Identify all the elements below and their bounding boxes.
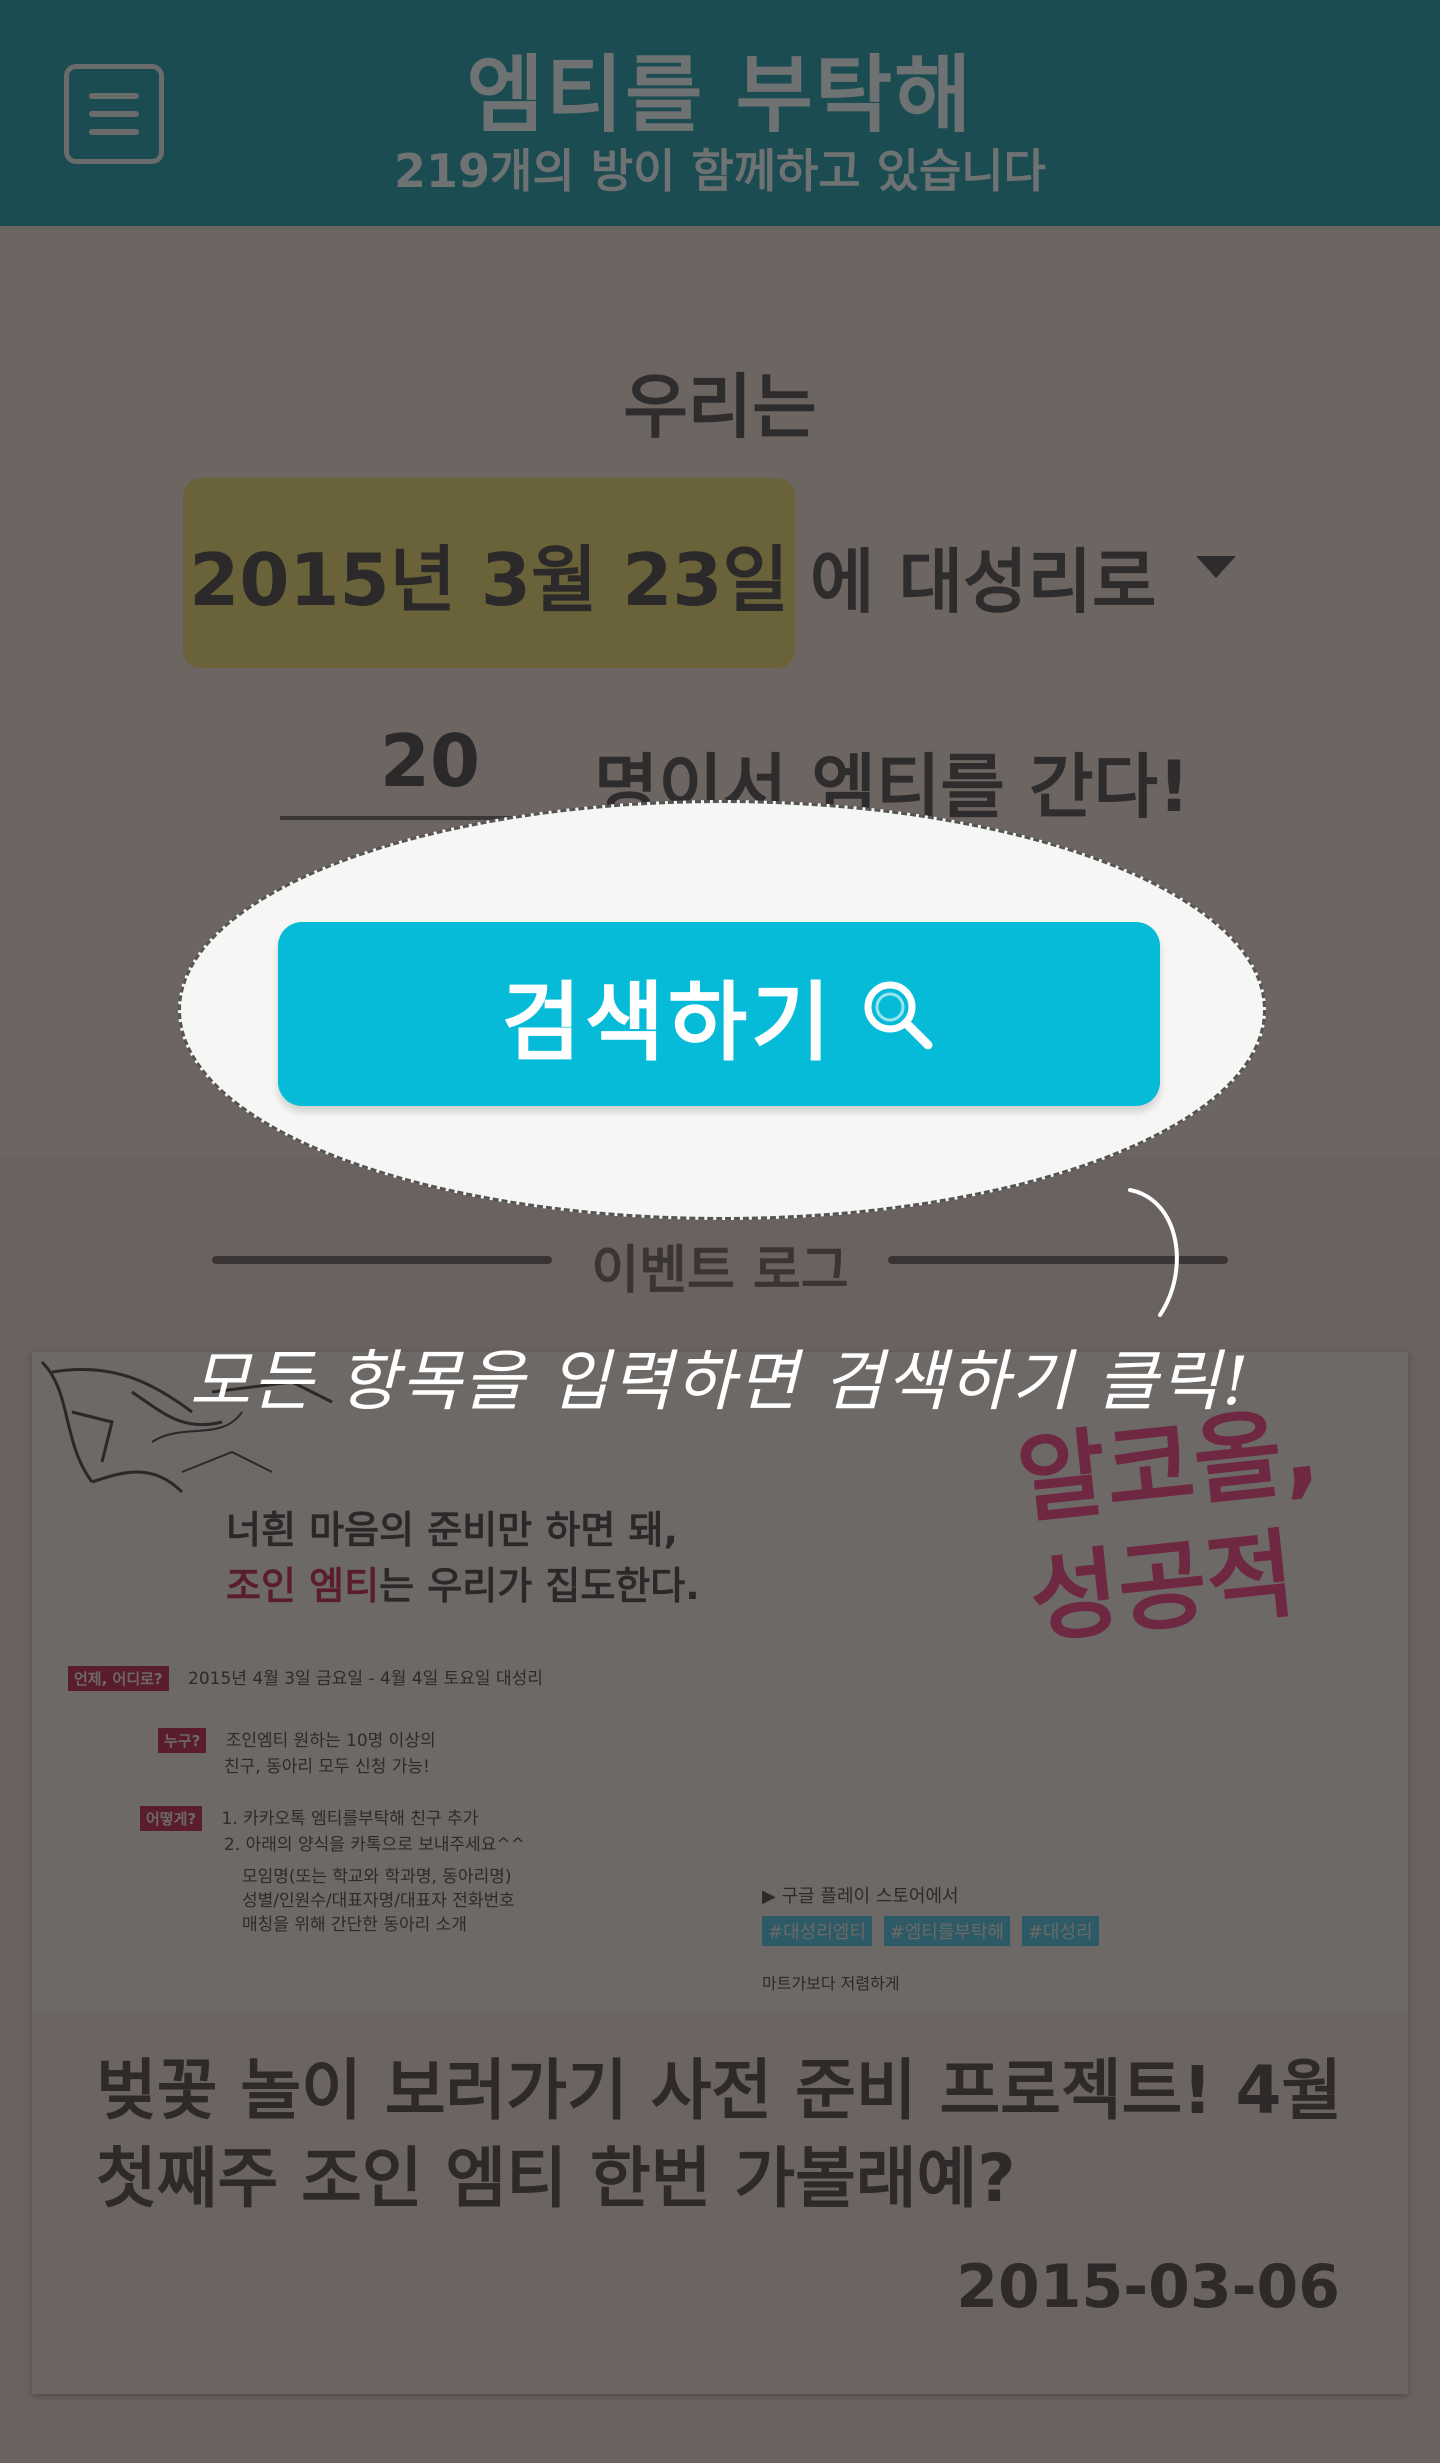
search-button-label: 검색하기 — [501, 972, 835, 1073]
intro-label: 우리는 — [623, 366, 817, 448]
poster-store-info: ▶ 구글 플레이 스토어에서 #대성리엠티 #엠티를부탁해 #대성리 — [762, 1882, 1105, 1946]
poster-footer: 마트가보다 저렴하게 — [762, 1974, 900, 1993]
event-card[interactable]: 너흰 마음의 준비만 하면 돼, 조인 엠티는 우리가 집도한다. 알코올, 성… — [32, 1352, 1408, 2394]
coach-curved-arrow-icon — [1128, 1188, 1179, 1317]
destination-select[interactable]: 에 대성리로 — [810, 526, 1156, 627]
event-poster-image: 너흰 마음의 준비만 하면 돼, 조인 엠티는 우리가 집도한다. 알코올, 성… — [32, 1352, 1408, 2012]
people-count-input[interactable] — [280, 706, 580, 820]
poster-headline: 너흰 마음의 준비만 하면 돼, 조인 엠티는 우리가 집도한다. — [226, 1508, 700, 1608]
app-header: 엠티를 부탁해 219개의 방이 함께하고 있습니다 — [0, 0, 1440, 226]
event-card-date: 2015-03-06 — [956, 2252, 1340, 2322]
room-count-subtitle: 219개의 방이 함께하고 있습니다 — [394, 144, 1046, 198]
coach-mark-text: 모든 항목을 입력하면 검색하기 클릭! — [189, 1343, 1251, 1420]
magnifier-icon — [864, 981, 933, 1050]
search-button[interactable]: 검색하기 — [278, 922, 1160, 1106]
poster-big-text: 알코올, 성공적 — [1012, 1394, 1324, 1657]
app-title: 엠티를 부탁해 — [466, 46, 974, 144]
date-picker[interactable]: 2015년 3월 23일 — [183, 478, 795, 668]
event-log-title: 이벤트 로그 — [591, 1241, 849, 1301]
event-card-title[interactable]: 벚꽃 놀이 보러가기 사전 준비 프로젝트! 4월 첫째주 조인 엠티 한번 가… — [96, 2047, 1356, 2223]
divider-left — [212, 1256, 552, 1264]
triangle-down-icon[interactable] — [1196, 556, 1236, 578]
